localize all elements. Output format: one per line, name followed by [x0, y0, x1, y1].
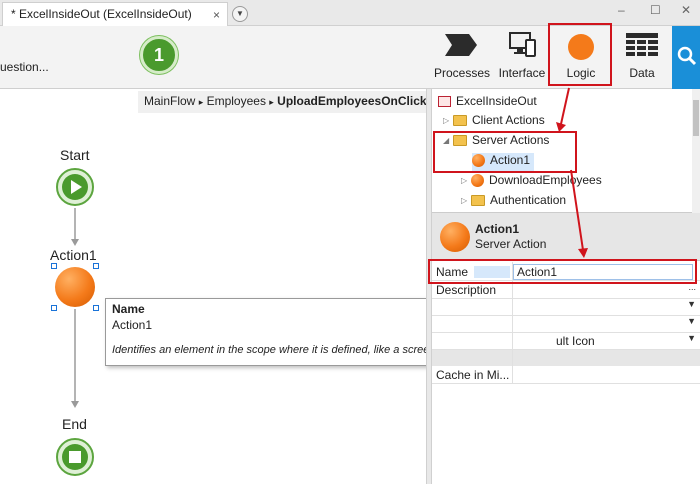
expand-icon[interactable]: ▷ [461, 176, 471, 185]
module-tab-title: * ExcelInsideOut (ExcelInsideOut) [11, 7, 192, 21]
folder-icon [453, 115, 467, 127]
action-label: Action1 [50, 247, 97, 263]
data-grid-icon [626, 33, 658, 56]
interface-icon [509, 32, 536, 57]
module-tab[interactable]: * ExcelInsideOut (ExcelInsideOut) × [2, 2, 228, 26]
maximize-icon[interactable]: ☐ [650, 3, 661, 17]
expand-icon[interactable]: ▷ [443, 116, 453, 125]
tree-authentication-label: Authentication [490, 193, 567, 207]
tree-client-actions-label: Client Actions [472, 113, 545, 127]
toolbar-left-text[interactable]: uestion... [0, 60, 49, 74]
selection-handle[interactable] [51, 305, 57, 311]
tab-list-dropdown-icon[interactable]: ▼ [232, 6, 248, 22]
selection-handle[interactable] [93, 305, 99, 311]
tree-item-root[interactable]: ExcelInsideOut [438, 94, 537, 112]
close-window-icon[interactable]: ✕ [681, 3, 691, 17]
action-node[interactable] [55, 267, 95, 307]
property-row[interactable]: ▼ [432, 298, 700, 316]
stop-icon [62, 444, 88, 470]
name-highlight-box [428, 259, 697, 284]
tree-root-label: ExcelInsideOut [456, 94, 537, 108]
server-action-icon [440, 222, 470, 252]
end-node[interactable] [56, 438, 94, 476]
property-section-header [432, 350, 700, 366]
dropdown-arrow-icon[interactable]: ▼ [687, 299, 696, 309]
logic-highlight-box [548, 23, 612, 86]
processes-button[interactable]: Processes [434, 26, 490, 89]
property-cache-label: Cache in Mi... [436, 368, 510, 382]
property-row-cache[interactable]: Cache in Mi... [432, 366, 700, 384]
close-tab-icon[interactable]: × [213, 8, 220, 22]
search-button[interactable] [672, 26, 700, 89]
step-badge[interactable]: 1 [140, 36, 178, 74]
tree-download-employees-label: DownloadEmployees [489, 173, 602, 187]
property-row[interactable]: ▼ [432, 315, 700, 333]
property-row-icon[interactable]: ult Icon ▼ [432, 332, 700, 350]
expand-icon[interactable]: ▷ [461, 196, 471, 205]
selection-handle[interactable] [51, 263, 57, 269]
property-description-label: Description [436, 283, 497, 297]
end-label: End [62, 416, 87, 432]
tree-item-client-actions[interactable]: ▷ Client Actions [443, 113, 545, 131]
interface-label: Interface [498, 66, 546, 80]
server-action-icon [471, 174, 484, 188]
property-icon-value: ult Icon [556, 334, 595, 348]
tree-item-authentication[interactable]: ▷ Authentication [461, 193, 566, 211]
data-button[interactable]: Data [616, 26, 668, 89]
play-icon [62, 174, 88, 200]
server-actions-highlight-box [433, 131, 577, 173]
module-icon [438, 96, 451, 108]
minimize-icon[interactable]: – [618, 3, 625, 17]
dropdown-arrow-icon[interactable]: ▼ [687, 333, 696, 343]
interface-button[interactable]: Interface [496, 26, 548, 89]
start-node[interactable] [56, 168, 94, 206]
properties-header [432, 213, 700, 261]
properties-subtitle: Server Action [475, 237, 547, 251]
selection-handle[interactable] [93, 263, 99, 269]
tree-scrollbar-thumb[interactable] [693, 100, 699, 136]
start-label: Start [60, 147, 90, 163]
folder-icon [471, 195, 485, 207]
dropdown-arrow-icon[interactable]: ▼ [687, 316, 696, 326]
search-icon [677, 46, 697, 66]
properties-title: Action1 [475, 222, 520, 236]
processes-label: Processes [434, 66, 491, 80]
tree-item-download-employees[interactable]: ▷ DownloadEmployees [461, 173, 602, 191]
data-label: Data [629, 66, 655, 80]
processes-icon [445, 34, 477, 56]
